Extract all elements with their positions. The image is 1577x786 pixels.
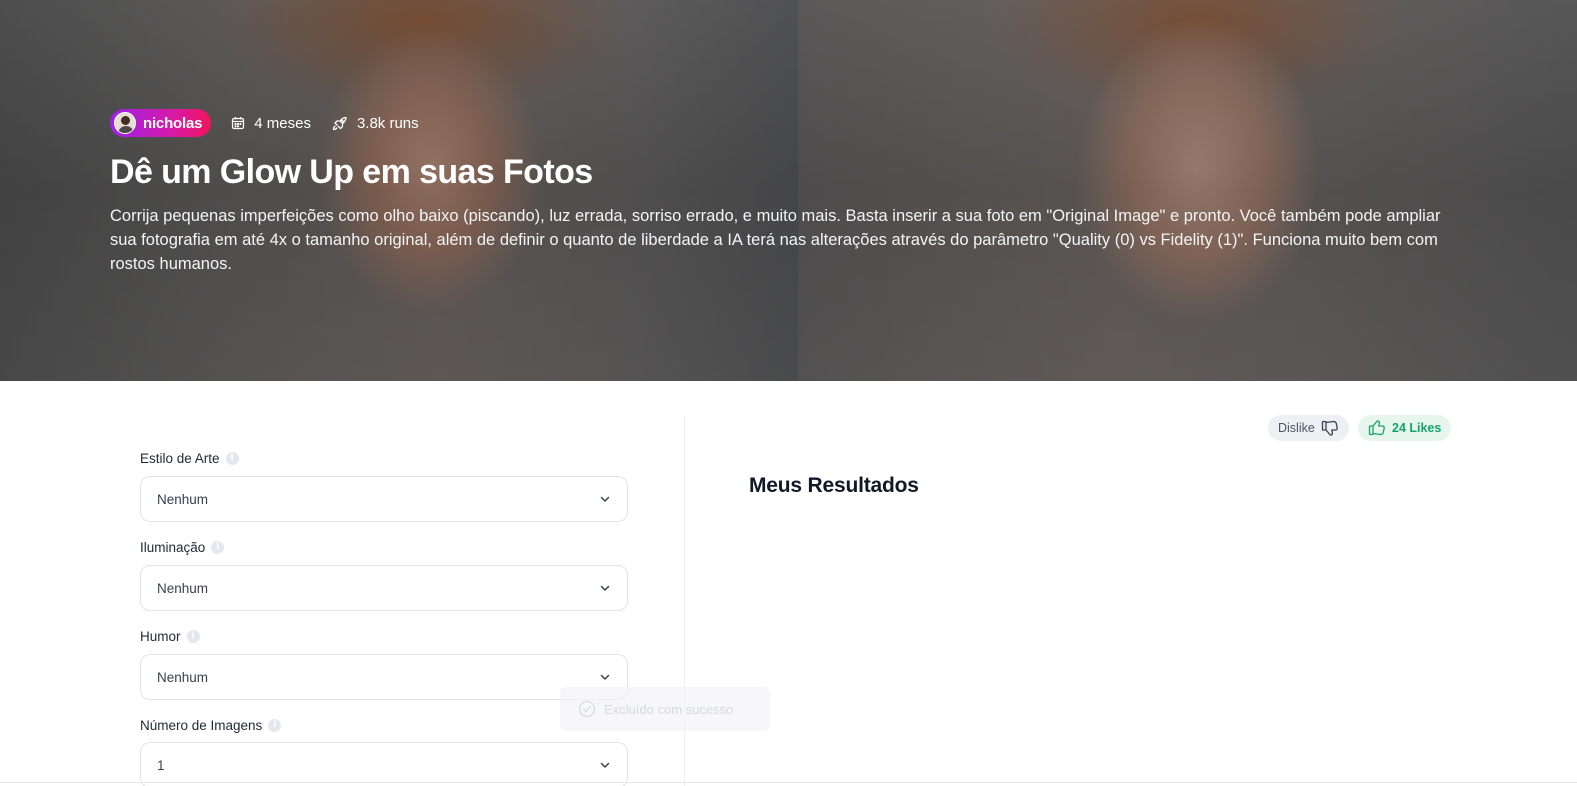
image-count-label-text: Número de Imagens xyxy=(140,718,263,733)
check-circle-icon xyxy=(578,700,596,718)
info-icon[interactable]: i xyxy=(268,719,282,732)
art-style-label: Estilo de Arte i xyxy=(140,451,239,466)
age-text: 4 meses xyxy=(254,114,311,132)
age-meta: 4 meses xyxy=(231,115,311,132)
dislike-label: Dislike xyxy=(1278,421,1315,435)
runs-text: 3.8k runs xyxy=(356,114,419,132)
author-badge[interactable]: nicholas xyxy=(110,109,212,137)
runs-meta: 3.8k runs xyxy=(331,115,419,132)
info-icon[interactable]: i xyxy=(225,452,239,465)
mood-label: Humor i xyxy=(140,629,200,644)
meta-row: nicholas 4 meses 3.8k runs xyxy=(110,109,1470,137)
results-title: Meus Resultados xyxy=(749,474,919,497)
info-icon[interactable]: i xyxy=(211,541,225,554)
chevron-down-icon xyxy=(600,674,610,680)
success-toast: Excluído com sucesso xyxy=(560,687,770,731)
lighting-value: Nenhum xyxy=(157,580,209,596)
dislike-button[interactable]: Dislike xyxy=(1268,415,1349,441)
chevron-down-icon xyxy=(600,496,610,502)
avatar xyxy=(114,112,136,134)
thumbs-down-icon xyxy=(1321,420,1338,436)
like-button[interactable]: 24 Likes xyxy=(1358,415,1452,441)
info-icon[interactable]: i xyxy=(186,630,200,643)
chevron-down-icon xyxy=(600,762,610,768)
page-title: Dê um Glow Up em suas Fotos xyxy=(110,153,593,191)
bottom-border xyxy=(0,782,1577,783)
art-style-label-text: Estilo de Arte xyxy=(140,451,220,466)
lighting-label-text: Iluminação xyxy=(140,540,206,555)
chevron-down-icon xyxy=(600,585,610,591)
art-style-select[interactable]: Nenhum xyxy=(140,476,628,522)
mood-label-text: Humor xyxy=(140,629,181,644)
calendar-icon xyxy=(232,117,245,130)
hero-banner: nicholas 4 meses 3.8k runs Dê um Glow Up… xyxy=(0,0,1577,381)
mood-select[interactable]: Nenhum xyxy=(140,654,628,700)
lighting-select[interactable]: Nenhum xyxy=(140,565,628,611)
mood-value: Nenhum xyxy=(157,669,209,685)
hero-content: nicholas 4 meses 3.8k runs Dê um Glow Up… xyxy=(110,109,1470,276)
image-count-label: Número de Imagens i xyxy=(140,718,282,733)
lighting-label: Iluminação i xyxy=(140,540,225,555)
author-name: nicholas xyxy=(143,114,203,132)
thumbs-up-icon xyxy=(1368,420,1385,436)
like-label: 24 Likes xyxy=(1392,421,1442,435)
image-count-value: 1 xyxy=(157,757,165,773)
toast-message: Excluído com sucesso xyxy=(604,701,734,717)
art-style-value: Nenhum xyxy=(157,491,209,507)
rocket-icon xyxy=(332,116,347,130)
image-count-select[interactable]: 1 xyxy=(140,742,628,786)
page-description: Corrija pequenas imperfeições como olho … xyxy=(110,207,1441,273)
